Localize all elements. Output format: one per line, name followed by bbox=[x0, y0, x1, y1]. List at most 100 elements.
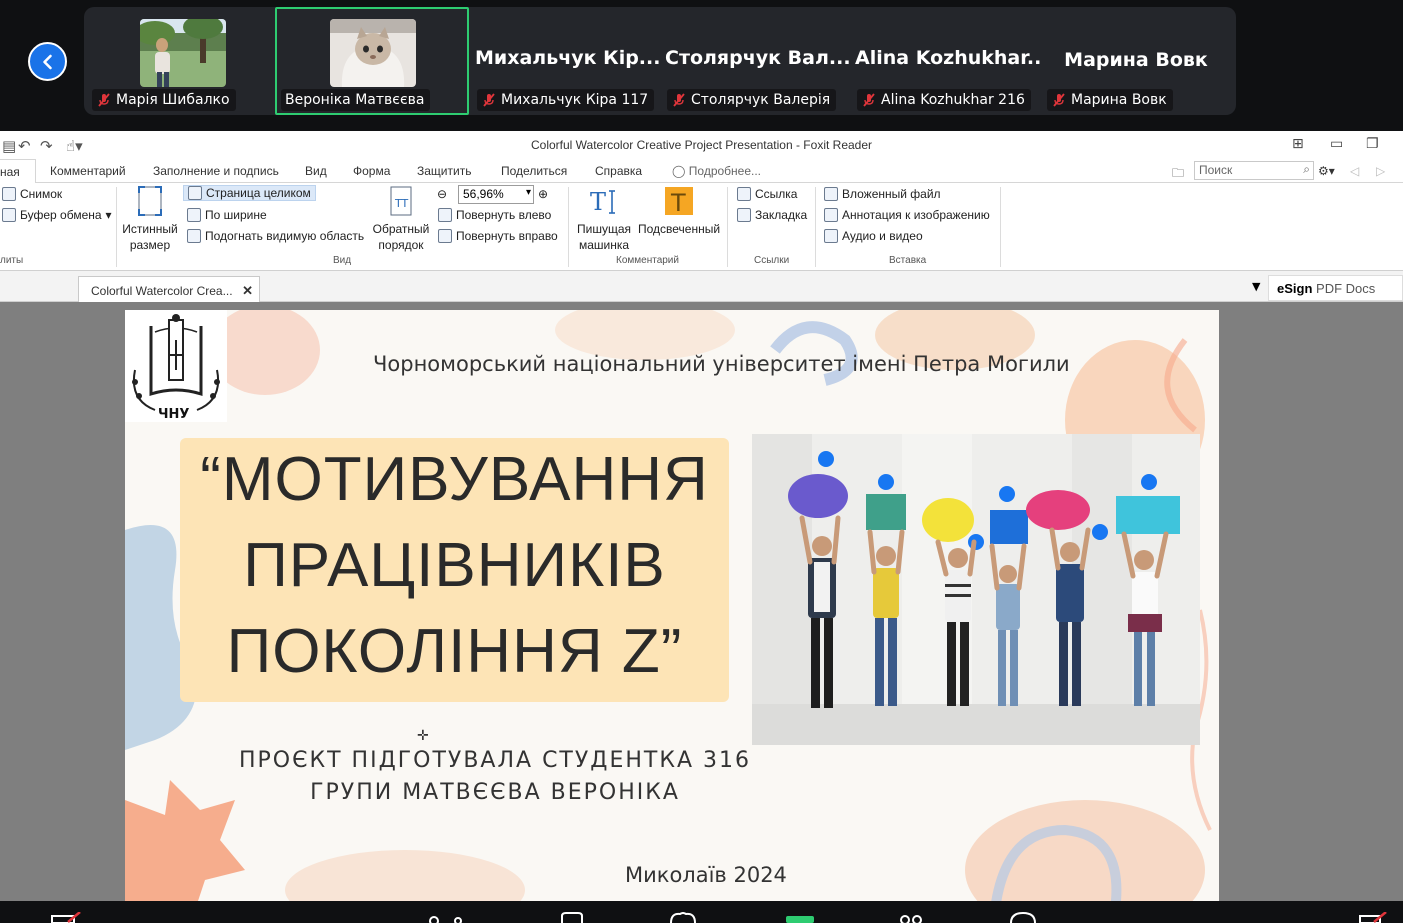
participants-icon[interactable] bbox=[428, 913, 468, 923]
chat-icon[interactable] bbox=[558, 912, 584, 923]
participant-tile[interactable]: Марія Шибалко bbox=[86, 7, 276, 115]
tab-list-dropdown-icon[interactable]: ▼ bbox=[1252, 280, 1260, 293]
group-label-links: Ссылки bbox=[754, 255, 790, 266]
clipboard-button[interactable]: Буфер обмена ▾ bbox=[2, 208, 112, 222]
document-tab[interactable]: Colorful Watercolor Crea... ✕ bbox=[78, 276, 260, 303]
snapshot-button[interactable]: Снимок bbox=[2, 187, 62, 201]
title-box: “МОТИВУВАННЯ ПРАЦІВНИКІВ ПОКОЛІННЯ Z” bbox=[180, 438, 729, 702]
pdf-page-slide: ЧНУ Чорноморський національний університ… bbox=[125, 310, 1219, 901]
esign-pdf-docs-button[interactable]: eSign PDF Docs bbox=[1268, 275, 1403, 301]
participant-tile[interactable]: Столярчук Вал... Столярчук Валерія bbox=[661, 7, 851, 115]
image-icon bbox=[824, 208, 838, 222]
actual-size-icon bbox=[138, 186, 162, 216]
fit-visible-icon bbox=[187, 229, 201, 243]
participant-name: Вероніка Матвєєва bbox=[285, 92, 425, 108]
fit-page-button[interactable]: Страница целиком bbox=[183, 185, 316, 201]
annotate-icon[interactable] bbox=[1358, 912, 1388, 923]
more-icon[interactable] bbox=[1008, 912, 1038, 923]
meeting-controls-bar bbox=[0, 901, 1403, 923]
participant-name: Марина Вовк bbox=[1071, 92, 1167, 108]
mic-muted-icon bbox=[1053, 93, 1065, 107]
participant-tile[interactable]: Михальчук Кір... Михальчук Кіра 117 bbox=[471, 7, 661, 115]
settings-icon[interactable]: ⚙▾ bbox=[1318, 164, 1335, 178]
share-screen-icon[interactable] bbox=[784, 914, 816, 923]
restore-button[interactable]: ❐ bbox=[1366, 136, 1379, 152]
attachment-icon bbox=[824, 187, 838, 201]
mic-muted-icon bbox=[483, 93, 495, 107]
group-label-tools: литы bbox=[0, 255, 24, 266]
fit-page-icon bbox=[188, 186, 202, 200]
actual-size-button[interactable]: Истинный размер bbox=[122, 185, 178, 253]
next-result-icon[interactable]: ▷ bbox=[1376, 164, 1385, 178]
find-folder-icon[interactable]: 🗀 bbox=[1172, 164, 1184, 185]
tab-form[interactable]: Форма bbox=[353, 164, 390, 178]
zoom-level-select[interactable]: 56,96% ▾ bbox=[458, 185, 534, 204]
group-label-comments: Комментарий bbox=[616, 255, 679, 266]
mic-muted-icon[interactable] bbox=[50, 912, 84, 923]
link-button[interactable]: Ссылка bbox=[737, 187, 797, 201]
participant-tile-active[interactable]: Вероніка Матвєєва bbox=[275, 7, 469, 115]
zoom-in-icon[interactable]: ⊕ bbox=[538, 187, 548, 201]
foxit-reader-window: ▤ ↶ ↷ ☝▾ Colorful Watercolor Creative Pr… bbox=[0, 131, 1403, 901]
tab-comment[interactable]: Комментарий bbox=[50, 164, 126, 178]
participant-name: Марія Шибалко bbox=[116, 92, 230, 108]
participant-strip: Марія Шибалко Вероніка Матвєєва Михальчу… bbox=[0, 0, 1403, 130]
dropdown-icon: ▾ bbox=[105, 208, 112, 222]
previous-page-button[interactable] bbox=[28, 42, 67, 81]
svg-text:T: T bbox=[590, 188, 606, 216]
participant-tile[interactable]: Марина Вовк Марина Вовк bbox=[1041, 7, 1231, 115]
rotate-right-button[interactable]: Повернуть вправо bbox=[438, 229, 558, 243]
lightbulb-icon: ◯ bbox=[672, 164, 686, 178]
minimize-button[interactable]: ▭ bbox=[1330, 136, 1343, 152]
fit-width-icon bbox=[187, 208, 201, 222]
participant-display-name: Столярчук Вал... bbox=[665, 47, 851, 69]
title-line-3: ПОКОЛІННЯ Z” bbox=[226, 617, 683, 686]
image-annotation-button[interactable]: Аннотация к изображению bbox=[824, 208, 990, 222]
participant-tile[interactable]: Alina Kozhukhar... Alina Kozhukhar 216 bbox=[851, 7, 1041, 115]
slide-photo bbox=[752, 434, 1200, 745]
ribbon-toolbar: Снимок Буфер обмена ▾ литы Истинный разме… bbox=[0, 183, 1403, 271]
tab-home[interactable]: ная bbox=[0, 159, 36, 184]
attachment-button[interactable]: Вложенный файл bbox=[824, 187, 941, 201]
title-bar: ▤ ↶ ↷ ☝▾ Colorful Watercolor Creative Pr… bbox=[0, 131, 1403, 159]
rotate-right-icon bbox=[438, 229, 452, 243]
tab-fill-sign[interactable]: Заполнение и подпись bbox=[153, 164, 279, 178]
author-line-1: ПРОЄКТ ПІДГОТУВАЛА СТУДЕНТКА 316 bbox=[239, 748, 751, 773]
reverse-order-icon: TT bbox=[390, 186, 412, 216]
reverse-order-button[interactable]: TT Обратный порядок bbox=[372, 185, 430, 253]
tab-help[interactable]: Справка bbox=[595, 164, 642, 178]
participant-display-name: Марина Вовк bbox=[1064, 49, 1208, 71]
fit-visible-button[interactable]: Подогнать видимую область bbox=[187, 229, 364, 243]
rotate-left-button[interactable]: Повернуть влево bbox=[438, 208, 551, 222]
tab-share[interactable]: Поделиться bbox=[501, 164, 567, 178]
close-tab-icon[interactable]: ✕ bbox=[242, 283, 253, 299]
tell-me[interactable]: ◯ Подробнее... bbox=[672, 164, 761, 178]
highlight-button[interactable]: T Подсвеченный bbox=[638, 185, 720, 237]
university-logo: ЧНУ bbox=[125, 310, 227, 422]
prev-result-icon[interactable]: ◁ bbox=[1350, 164, 1359, 178]
crosshair-cursor-icon: ✛ bbox=[417, 728, 429, 744]
participant-tiles: Марія Шибалко Вероніка Матвєєва Михальчу… bbox=[84, 7, 1236, 115]
video-icon bbox=[824, 229, 838, 243]
apps-icon[interactable] bbox=[896, 912, 926, 923]
search-input[interactable]: Поиск ⌕ bbox=[1194, 161, 1314, 180]
bookmark-icon bbox=[737, 208, 751, 222]
fit-width-button[interactable]: По ширине bbox=[187, 208, 267, 222]
document-tabs: Colorful Watercolor Crea... ✕ ▼ eSign PD… bbox=[0, 271, 1403, 303]
highlight-icon: T bbox=[665, 187, 693, 217]
window-title: Colorful Watercolor Creative Project Pre… bbox=[530, 138, 873, 152]
bookmark-button[interactable]: Закладка bbox=[737, 208, 807, 222]
tab-protect[interactable]: Защитить bbox=[417, 164, 471, 178]
participant-name: Столярчук Валерія bbox=[691, 92, 831, 108]
clipboard-icon bbox=[2, 208, 16, 222]
participant-label: Марія Шибалко bbox=[92, 89, 236, 111]
typewriter-button[interactable]: T Пишущая машинка bbox=[574, 185, 634, 253]
layout-icon[interactable]: ⊞ bbox=[1292, 136, 1304, 152]
zoom-out-icon[interactable]: ⊖ bbox=[437, 187, 447, 201]
document-viewport[interactable]: ЧНУ Чорноморський національний університ… bbox=[0, 302, 1403, 901]
reactions-icon[interactable] bbox=[668, 912, 698, 923]
tab-view[interactable]: Вид bbox=[305, 164, 327, 178]
participant-video bbox=[330, 19, 416, 87]
audio-video-button[interactable]: Аудио и видео bbox=[824, 229, 923, 243]
participant-name: Михальчук Кіра 117 bbox=[501, 92, 649, 108]
